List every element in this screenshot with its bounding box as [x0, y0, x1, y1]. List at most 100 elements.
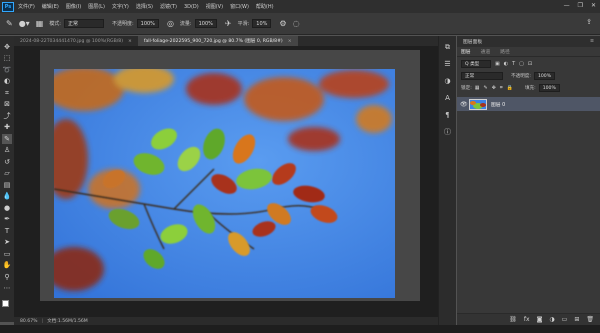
menu-filter[interactable]: 滤镜(T) — [160, 3, 177, 10]
hand-tool-icon[interactable]: ✋ — [2, 261, 12, 271]
marquee-tool-icon[interactable]: ⬚ — [2, 54, 12, 64]
gradient-tool-icon[interactable]: ▤ — [2, 180, 12, 190]
menu-type[interactable]: 文字(Y) — [112, 3, 129, 10]
layer-kind-filter[interactable]: Q 类型 — [461, 60, 491, 68]
eraser-tool-icon[interactable]: ▱ — [2, 169, 12, 179]
character-icon[interactable]: A — [443, 93, 453, 103]
menu-view[interactable]: 视图(V) — [206, 3, 223, 10]
pressure-size-icon[interactable]: ◌ — [293, 19, 300, 28]
share-icon[interactable]: ⇪ — [586, 18, 592, 26]
lock-all-icon[interactable]: 🔒 — [507, 85, 513, 91]
autumn-leaves-photo[interactable] — [54, 69, 395, 298]
filter-pixel-icon[interactable]: ▣ — [495, 61, 500, 67]
new-group-icon[interactable]: ▭ — [562, 316, 568, 323]
zoom-tool-icon[interactable]: ⚲ — [2, 272, 12, 282]
airbrush-icon[interactable]: ✈ — [225, 19, 232, 28]
paragraph-icon[interactable]: ¶ — [443, 110, 453, 120]
menu-window[interactable]: 窗口(W) — [230, 3, 249, 10]
filter-shape-icon[interactable]: ▢ — [519, 61, 524, 67]
color-swatches[interactable] — [1, 299, 13, 313]
close-icon[interactable]: ✕ — [591, 2, 596, 9]
tab-paths[interactable]: 路径 — [500, 48, 510, 55]
options-bar: ✎ ●▾ ▦ 模式: 正常 不透明度: 100% ◎ 流量: 100% ✈ 平滑… — [0, 13, 600, 35]
quick-select-tool-icon[interactable]: ◐ — [2, 77, 12, 87]
healing-brush-tool-icon[interactable]: ✚ — [2, 123, 12, 133]
smooth-field[interactable]: 10% — [252, 19, 272, 28]
panel-header: 图层面板 ≡ — [457, 36, 600, 47]
link-layers-icon[interactable]: ⛓ — [509, 316, 517, 323]
gear-icon[interactable]: ⚙ — [279, 19, 286, 28]
properties-icon[interactable]: ☰ — [443, 59, 453, 69]
mode-label: 模式: — [49, 21, 61, 27]
type-tool-icon[interactable]: T — [2, 226, 12, 236]
blend-mode-select[interactable]: 正常 — [461, 72, 503, 80]
opacity-field[interactable]: 100% — [136, 19, 159, 28]
lock-artboard-icon[interactable]: ⌗ — [500, 85, 503, 91]
close-tab-icon[interactable]: × — [128, 39, 132, 44]
window-controls: — ❐ ✕ — [564, 2, 596, 9]
layer-style-icon[interactable]: fx — [524, 316, 530, 323]
delete-layer-icon[interactable]: 🗑 — [586, 316, 594, 323]
flow-field[interactable]: 100% — [194, 19, 217, 28]
path-select-tool-icon[interactable]: ➤ — [2, 238, 12, 248]
new-layer-icon[interactable]: ⊞ — [574, 316, 579, 323]
document-tab-active[interactable]: fall-foliage-2022595_900_720.jpg @ 80.7%… — [137, 36, 298, 46]
menu-file[interactable]: 文件(F) — [18, 3, 35, 10]
brush-settings-icon[interactable]: ▦ — [36, 19, 44, 28]
tab-layers[interactable]: 图层 — [461, 48, 471, 55]
pen-tool-icon[interactable]: ✒ — [2, 215, 12, 225]
panel-menu-icon[interactable]: ≡ — [590, 39, 594, 44]
foreground-color-swatch[interactable] — [2, 300, 9, 307]
pressure-opacity-icon[interactable]: ◎ — [167, 19, 174, 28]
dodge-tool-icon[interactable]: ● — [2, 203, 12, 213]
menu-select[interactable]: 选择(S) — [136, 3, 153, 10]
brush-tool-icon[interactable]: ✎ — [2, 134, 12, 144]
lock-brush-icon[interactable]: ✎ — [483, 85, 487, 91]
filter-adjust-icon[interactable]: ◐ — [504, 61, 508, 67]
menu-edit[interactable]: 编辑(E) — [42, 3, 59, 10]
status-separator: | — [41, 318, 44, 324]
layer-opacity-field[interactable]: 100% — [533, 72, 556, 80]
menu-layer[interactable]: 图层(L) — [88, 3, 105, 10]
lock-move-icon[interactable]: ✥ — [492, 85, 496, 91]
layer-row[interactable]: 👁 图层 0 — [457, 97, 600, 111]
flow-label: 流量: — [179, 21, 192, 27]
close-tab-icon[interactable]: × — [288, 39, 292, 44]
document-tab[interactable]: 2024-08-22T034441470.jpg @ 100%(RGB/8) × — [14, 36, 138, 46]
info-icon[interactable]: ⓘ — [443, 127, 453, 137]
move-tool-icon[interactable]: ✥ — [2, 42, 12, 52]
lock-pixels-icon[interactable]: ▦ — [475, 85, 480, 91]
document-size: 文档:1.56M/1.56M — [47, 319, 88, 324]
brush-size-icon[interactable]: ●▾ — [19, 19, 30, 28]
adjustment-layer-icon[interactable]: ◑ — [549, 316, 554, 323]
history-brush-tool-icon[interactable]: ↺ — [2, 157, 12, 167]
frame-tool-icon[interactable]: ⊠ — [2, 100, 12, 110]
add-mask-icon[interactable]: ◙ — [537, 316, 543, 323]
tab-channels[interactable]: 通道 — [481, 48, 491, 55]
menu-3d[interactable]: 3D(D) — [184, 4, 199, 10]
bottom-strip — [0, 325, 600, 333]
shape-tool-icon[interactable]: ▭ — [2, 249, 12, 259]
clone-stamp-tool-icon[interactable]: ♙ — [2, 146, 12, 156]
adjustments-icon[interactable]: ◑ — [443, 76, 453, 86]
menu-image[interactable]: 图像(I) — [66, 3, 81, 10]
lasso-tool-icon[interactable]: ➰ — [2, 65, 12, 75]
eyedropper-tool-icon[interactable]: ⤴ — [2, 111, 12, 121]
mode-select[interactable]: 正常 — [63, 19, 104, 28]
history-icon[interactable]: ⧉ — [443, 42, 453, 52]
more-tools-icon[interactable]: ⋯ — [2, 284, 12, 294]
crop-tool-icon[interactable]: ⌗ — [2, 88, 12, 98]
menu-help[interactable]: 帮助(H) — [256, 3, 274, 10]
brush-tool-icon[interactable]: ✎ — [6, 19, 13, 28]
restore-icon[interactable]: ❐ — [578, 2, 583, 9]
minimize-icon[interactable]: — — [564, 2, 570, 9]
canvas-workspace[interactable] — [14, 46, 438, 317]
zoom-level[interactable]: 80.67% — [20, 319, 38, 324]
layer-name[interactable]: 图层 0 — [491, 101, 505, 108]
blur-tool-icon[interactable]: 💧 — [2, 192, 12, 202]
panel-tabs: 图层 通道 路径 — [457, 47, 600, 57]
fill-field[interactable]: 100% — [538, 84, 560, 92]
filter-type-icon[interactable]: T — [512, 61, 515, 67]
filter-smart-icon[interactable]: ⊡ — [528, 61, 532, 67]
visibility-eye-icon[interactable]: 👁 — [460, 101, 469, 108]
